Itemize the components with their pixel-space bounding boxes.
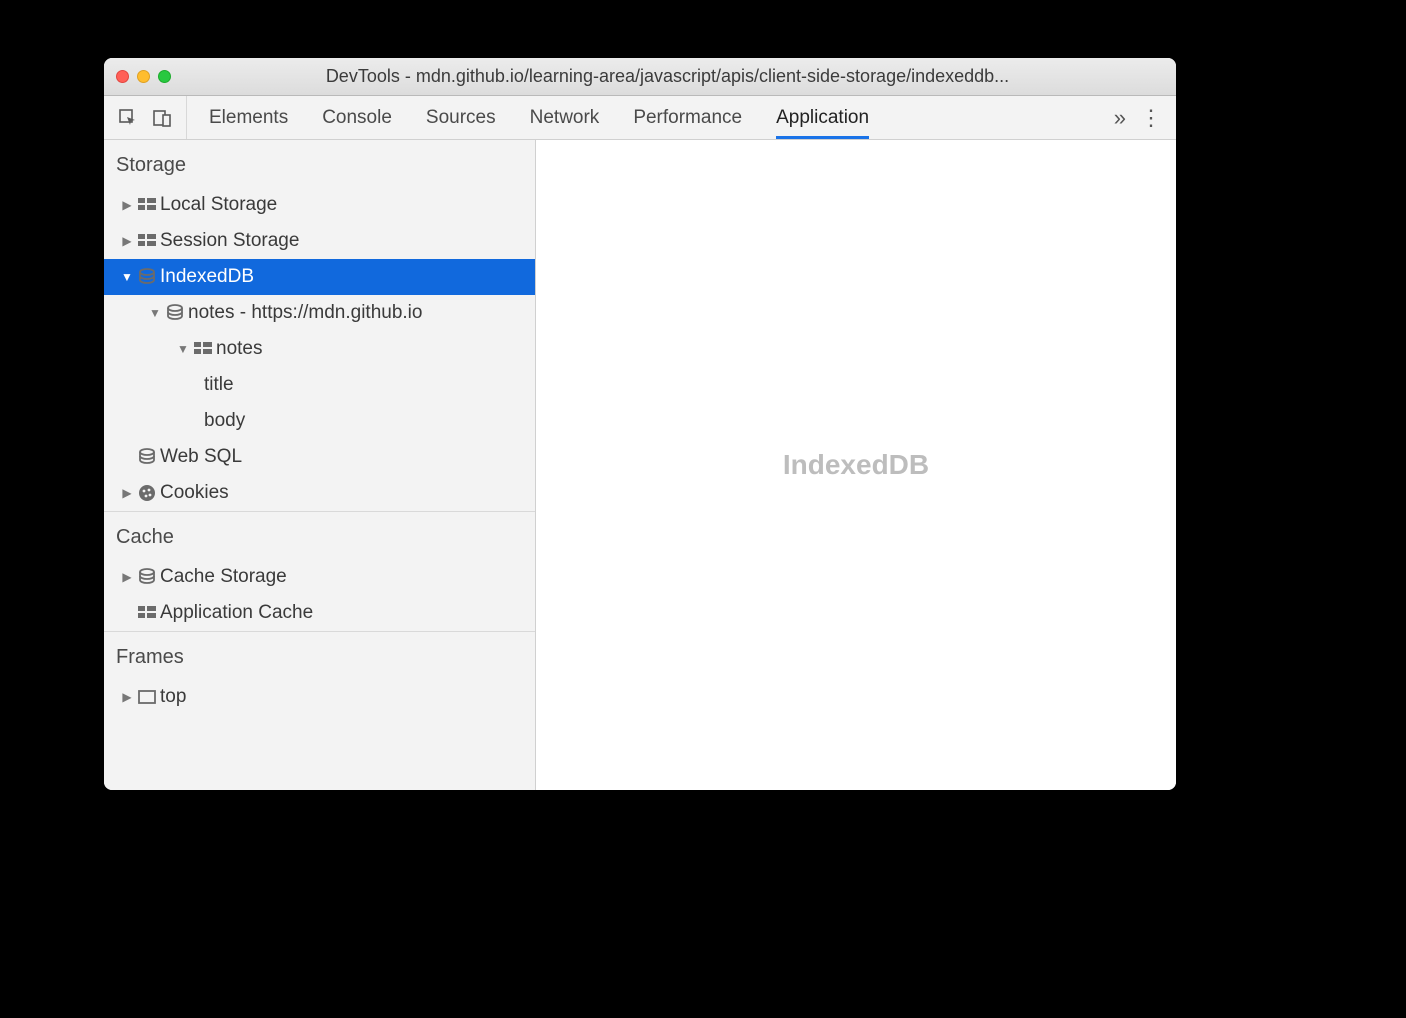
tree-item-web-sql[interactable]: Web SQL <box>104 439 535 475</box>
tree-item-index-title[interactable]: title <box>104 367 535 403</box>
tree-item-label: Cookies <box>160 482 229 504</box>
tabstrip-left-tools <box>104 96 187 139</box>
database-icon <box>162 304 188 322</box>
application-sidebar: Storage ▶ Local Storage ▶ Session Storag… <box>104 140 536 790</box>
frames-tree: ▶ top <box>104 679 535 715</box>
tree-item-cache-storage[interactable]: ▶ Cache Storage <box>104 559 535 595</box>
tree-item-label: notes <box>216 338 262 360</box>
section-storage-header: Storage <box>104 140 535 187</box>
tree-item-label: Session Storage <box>160 230 299 252</box>
chevron-right-icon: ▶ <box>120 570 134 584</box>
chevron-right-icon: ▶ <box>120 198 134 212</box>
spacer <box>120 450 134 464</box>
tree-item-object-store[interactable]: ▼ notes <box>104 331 535 367</box>
window-title: DevTools - mdn.github.io/learning-area/j… <box>171 66 1164 87</box>
table-icon <box>134 234 160 248</box>
database-icon <box>134 268 160 286</box>
chevron-down-icon: ▼ <box>176 342 190 356</box>
section-frames-header: Frames <box>104 631 535 679</box>
tab-strip: Elements Console Sources Network Perform… <box>104 96 1176 140</box>
tree-item-label: Cache Storage <box>160 566 287 588</box>
device-toolbar-icon[interactable] <box>148 104 176 132</box>
main-area: Storage ▶ Local Storage ▶ Session Storag… <box>104 140 1176 790</box>
table-icon <box>134 606 160 620</box>
section-cache-header: Cache <box>104 511 535 559</box>
tree-item-frame-top[interactable]: ▶ top <box>104 679 535 715</box>
tree-item-label: title <box>204 374 234 396</box>
tab-sources[interactable]: Sources <box>426 96 496 139</box>
tree-item-label: Web SQL <box>160 446 242 468</box>
tab-application[interactable]: Application <box>776 96 869 139</box>
tree-item-label: top <box>160 686 186 708</box>
tab-console[interactable]: Console <box>322 96 392 139</box>
tree-item-indexeddb-database[interactable]: ▼ notes - https://mdn.github.io <box>104 295 535 331</box>
tabstrip-right-tools: » ⋮ <box>1100 96 1176 139</box>
chevron-right-icon: ▶ <box>120 234 134 248</box>
zoom-window-button[interactable] <box>158 70 171 83</box>
spacer <box>120 606 134 620</box>
panel-tabs: Elements Console Sources Network Perform… <box>187 96 1100 139</box>
tree-item-cookies[interactable]: ▶ Cookies <box>104 475 535 511</box>
storage-tree: ▶ Local Storage ▶ Session Storage ▼ <box>104 187 535 511</box>
kebab-menu-icon[interactable]: ⋮ <box>1140 105 1162 131</box>
chevron-down-icon: ▼ <box>120 270 134 284</box>
table-icon <box>134 198 160 212</box>
cache-tree: ▶ Cache Storage Application Cache <box>104 559 535 631</box>
devtools-window: DevTools - mdn.github.io/learning-area/j… <box>104 58 1176 790</box>
traffic-lights <box>116 70 171 83</box>
more-tabs-icon[interactable]: » <box>1114 105 1126 131</box>
frame-icon <box>134 690 160 704</box>
chevron-right-icon: ▶ <box>120 690 134 704</box>
tree-item-label: IndexedDB <box>160 266 254 288</box>
tab-elements[interactable]: Elements <box>209 96 288 139</box>
tree-item-application-cache[interactable]: Application Cache <box>104 595 535 631</box>
tree-item-session-storage[interactable]: ▶ Session Storage <box>104 223 535 259</box>
content-placeholder: IndexedDB <box>783 449 929 481</box>
tree-item-indexeddb[interactable]: ▼ IndexedDB <box>104 259 535 295</box>
content-pane: IndexedDB <box>536 140 1176 790</box>
inspect-element-icon[interactable] <box>114 104 142 132</box>
database-icon <box>134 568 160 586</box>
close-window-button[interactable] <box>116 70 129 83</box>
chevron-down-icon: ▼ <box>148 306 162 320</box>
chevron-right-icon: ▶ <box>120 486 134 500</box>
cookie-icon <box>134 484 160 502</box>
minimize-window-button[interactable] <box>137 70 150 83</box>
tree-item-label: Application Cache <box>160 602 313 624</box>
tab-network[interactable]: Network <box>530 96 600 139</box>
titlebar: DevTools - mdn.github.io/learning-area/j… <box>104 58 1176 96</box>
tree-item-label: Local Storage <box>160 194 277 216</box>
table-icon <box>190 342 216 356</box>
database-icon <box>134 448 160 466</box>
tree-item-index-body[interactable]: body <box>104 403 535 439</box>
tree-item-label: notes - https://mdn.github.io <box>188 302 422 324</box>
tree-item-label: body <box>204 410 245 432</box>
tab-performance[interactable]: Performance <box>633 96 742 139</box>
tree-item-local-storage[interactable]: ▶ Local Storage <box>104 187 535 223</box>
